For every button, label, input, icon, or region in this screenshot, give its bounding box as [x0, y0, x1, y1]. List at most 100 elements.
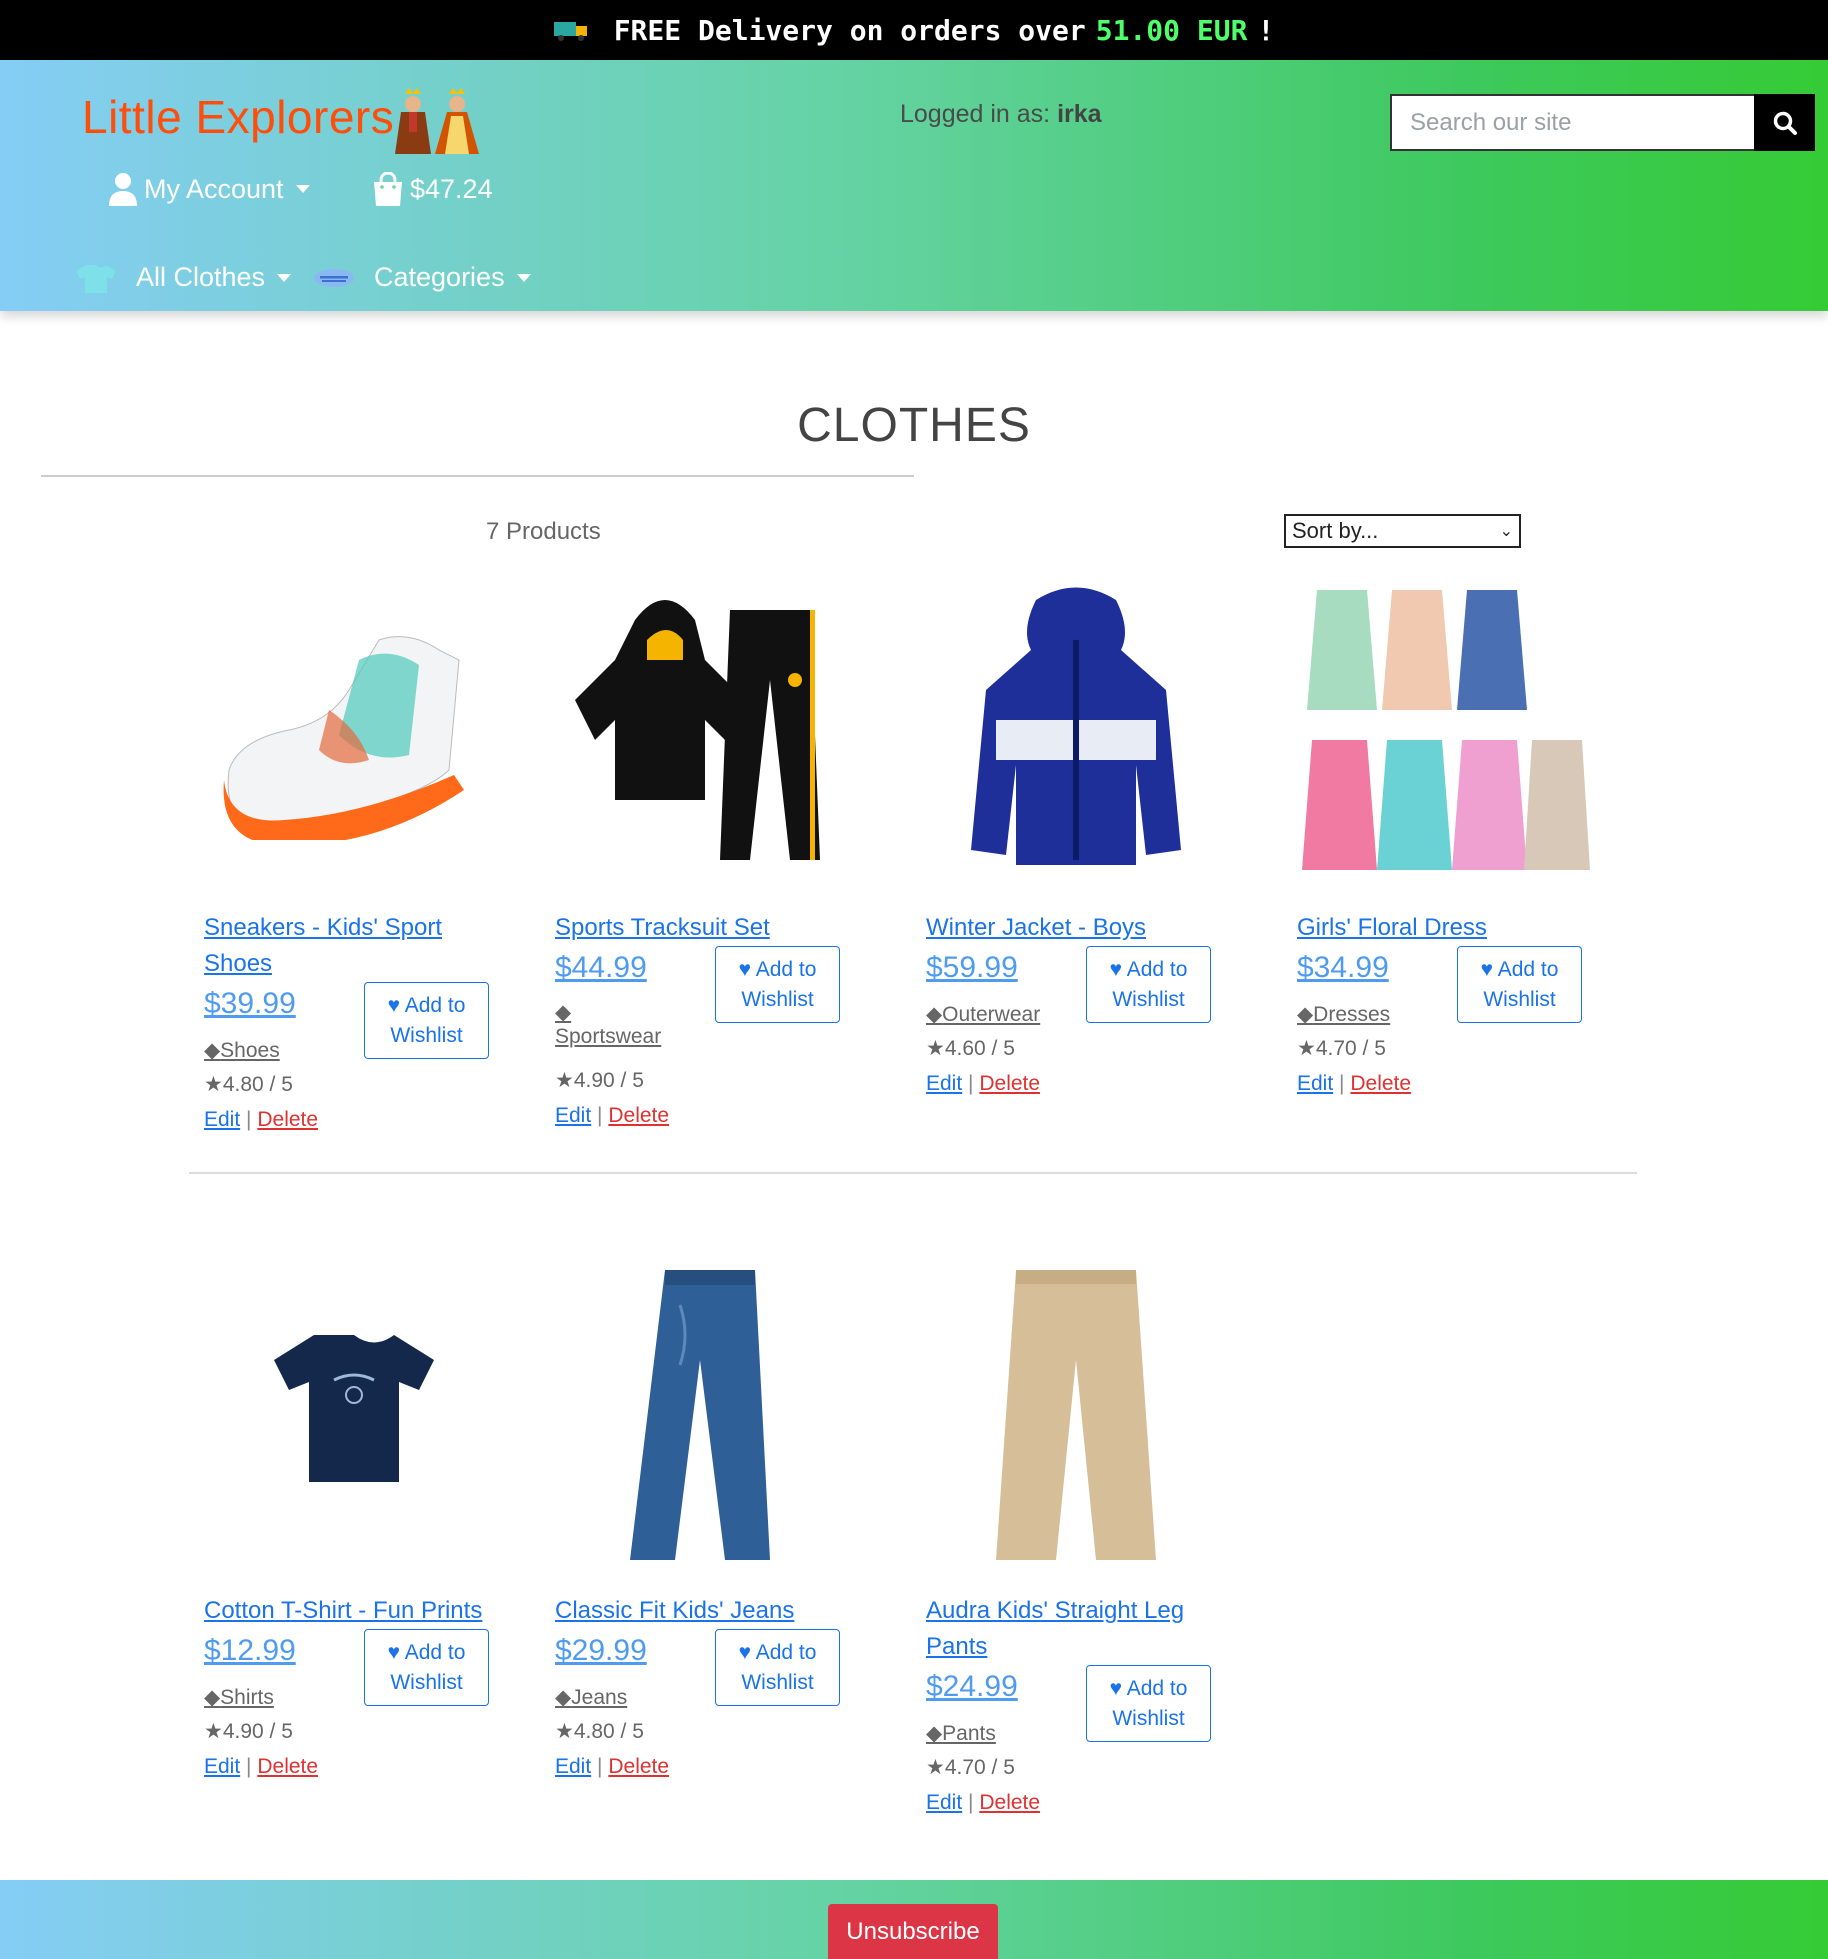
product-price[interactable]: $44.99 — [555, 951, 647, 985]
heart-icon: ♥ — [1109, 1676, 1123, 1700]
star-icon: ★ — [204, 1720, 223, 1743]
logged-in-status: Logged in as: irka — [900, 100, 1102, 129]
edit-link[interactable]: Edit — [555, 1755, 591, 1778]
category-label: Shoes — [220, 1038, 280, 1062]
category-label: Sportswear — [555, 1025, 662, 1048]
tshirt-icon — [76, 264, 116, 293]
add-to-wishlist-button[interactable]: ♥ Add to Wishlist — [715, 1629, 840, 1706]
separator: | — [968, 1072, 974, 1095]
star-icon: ★ — [555, 1720, 574, 1743]
star-icon: ★ — [204, 1073, 223, 1096]
tag-icon: ◆ — [204, 1039, 221, 1062]
product-actions: Edit | Delete — [926, 1072, 1040, 1096]
product-name[interactable]: Classic Fit Kids' Jeans — [555, 1593, 835, 1629]
separator: | — [246, 1108, 252, 1131]
heart-icon: ♥ — [1480, 957, 1494, 981]
chevron-down-icon: ⌄ — [1499, 523, 1513, 540]
banner-prefix: FREE Delivery on orders over — [613, 13, 1086, 47]
product-price[interactable]: $39.99 — [204, 987, 296, 1021]
dress-image — [1302, 590, 1590, 870]
product-image[interactable] — [204, 1265, 504, 1565]
truck-icon — [553, 22, 587, 41]
wishlist-label: Add to — [404, 1640, 466, 1664]
category-label: Outerwear — [942, 1002, 1041, 1026]
product-image[interactable] — [555, 1265, 855, 1565]
product-price[interactable]: $29.99 — [555, 1634, 647, 1668]
shopping-bag-link[interactable]: $47.24 — [372, 172, 493, 206]
product-category[interactable]: ◆ Pants — [926, 1721, 996, 1746]
search-button[interactable] — [1754, 94, 1815, 151]
delete-link[interactable]: Delete — [979, 1791, 1040, 1814]
separator: | — [968, 1791, 974, 1814]
delete-link[interactable]: Delete — [608, 1755, 669, 1778]
product-price[interactable]: $34.99 — [1297, 951, 1389, 985]
product-category[interactable]: ◆ Outerwear — [926, 1002, 1040, 1027]
product-rating: ★ 4.60 / 5 — [926, 1036, 1015, 1061]
product-rating: ★ 4.80 / 5 — [204, 1072, 293, 1097]
pants-image — [996, 1270, 1156, 1560]
delete-link[interactable]: Delete — [257, 1755, 318, 1778]
star-icon: ★ — [926, 1037, 945, 1060]
wishlist-label: Wishlist — [741, 987, 814, 1011]
categories-dropdown[interactable]: Categories — [312, 262, 531, 293]
add-to-wishlist-button[interactable]: ♥ Add to Wishlist — [1086, 1665, 1211, 1742]
edit-link[interactable]: Edit — [555, 1104, 591, 1127]
search-form — [1390, 94, 1815, 151]
product-name[interactable]: Girls' Floral Dress — [1297, 910, 1577, 946]
sort-select[interactable]: Sort by... ⌄ — [1284, 514, 1521, 548]
product-name[interactable]: Audra Kids' Straight Leg Pants — [926, 1593, 1206, 1665]
edit-link[interactable]: Edit — [926, 1791, 962, 1814]
product-actions: Edit | Delete — [204, 1108, 318, 1132]
delete-link[interactable]: Delete — [1350, 1072, 1411, 1095]
product-category[interactable]: ◆ Sportswear — [555, 1000, 661, 1049]
chevron-down-icon — [277, 273, 292, 282]
add-to-wishlist-button[interactable]: ♥ Add to Wishlist — [1086, 946, 1211, 1023]
add-to-wishlist-button[interactable]: ♥ Add to Wishlist — [364, 982, 489, 1059]
category-label: Jeans — [571, 1685, 628, 1709]
heart-icon: ♥ — [387, 993, 401, 1017]
product-name[interactable]: Cotton T-Shirt - Fun Prints — [204, 1593, 484, 1629]
add-to-wishlist-button[interactable]: ♥ Add to Wishlist — [715, 946, 840, 1023]
search-input[interactable] — [1390, 94, 1754, 151]
wishlist-label: Wishlist — [1112, 987, 1185, 1011]
star-icon: ★ — [555, 1069, 574, 1092]
delete-link[interactable]: Delete — [608, 1104, 669, 1127]
chevron-down-icon — [295, 185, 310, 193]
product-actions: Edit | Delete — [1297, 1072, 1411, 1096]
product-image[interactable] — [1297, 580, 1597, 880]
separator: | — [597, 1755, 603, 1778]
product-image[interactable] — [204, 580, 504, 880]
edit-link[interactable]: Edit — [204, 1108, 240, 1131]
edit-link[interactable]: Edit — [1297, 1072, 1333, 1095]
product-name[interactable]: Winter Jacket - Boys — [926, 910, 1206, 946]
product-actions: Edit | Delete — [926, 1791, 1040, 1815]
product-name[interactable]: Sports Tracksuit Set — [555, 910, 835, 946]
category-label: Dresses — [1313, 1002, 1391, 1026]
all-clothes-dropdown[interactable]: All Clothes — [74, 262, 292, 293]
add-to-wishlist-button[interactable]: ♥ Add to Wishlist — [1457, 946, 1582, 1023]
username: irka — [1057, 100, 1102, 128]
product-name[interactable]: Sneakers - Kids' Sport Shoes — [204, 910, 484, 982]
product-price[interactable]: $24.99 — [926, 1670, 1018, 1704]
product-image[interactable] — [926, 1265, 1226, 1565]
product-image[interactable] — [926, 580, 1226, 880]
brand-logo[interactable]: Little Explorers — [82, 90, 394, 144]
category-label: Pants — [942, 1721, 996, 1745]
product-price[interactable]: $59.99 — [926, 951, 1018, 985]
delete-link[interactable]: Delete — [257, 1108, 318, 1131]
row-divider — [189, 1172, 1637, 1174]
product-rating: ★ 4.90 / 5 — [555, 1068, 644, 1093]
delete-link[interactable]: Delete — [979, 1072, 1040, 1095]
product-image[interactable] — [555, 580, 855, 880]
product-price[interactable]: $12.99 — [204, 1634, 296, 1668]
add-to-wishlist-button[interactable]: ♥ Add to Wishlist — [364, 1629, 489, 1706]
product-category[interactable]: ◆ Dresses — [1297, 1002, 1390, 1027]
product-category[interactable]: ◆ Shoes — [204, 1038, 280, 1063]
unsubscribe-button[interactable]: Unsubscribe — [828, 1904, 998, 1959]
product-category[interactable]: ◆ Jeans — [555, 1685, 627, 1710]
my-account-dropdown[interactable]: My Account — [108, 172, 310, 206]
edit-link[interactable]: Edit — [204, 1755, 240, 1778]
product-category[interactable]: ◆ Shirts — [204, 1685, 274, 1710]
cart-total: $47.24 — [410, 173, 493, 204]
edit-link[interactable]: Edit — [926, 1072, 962, 1095]
